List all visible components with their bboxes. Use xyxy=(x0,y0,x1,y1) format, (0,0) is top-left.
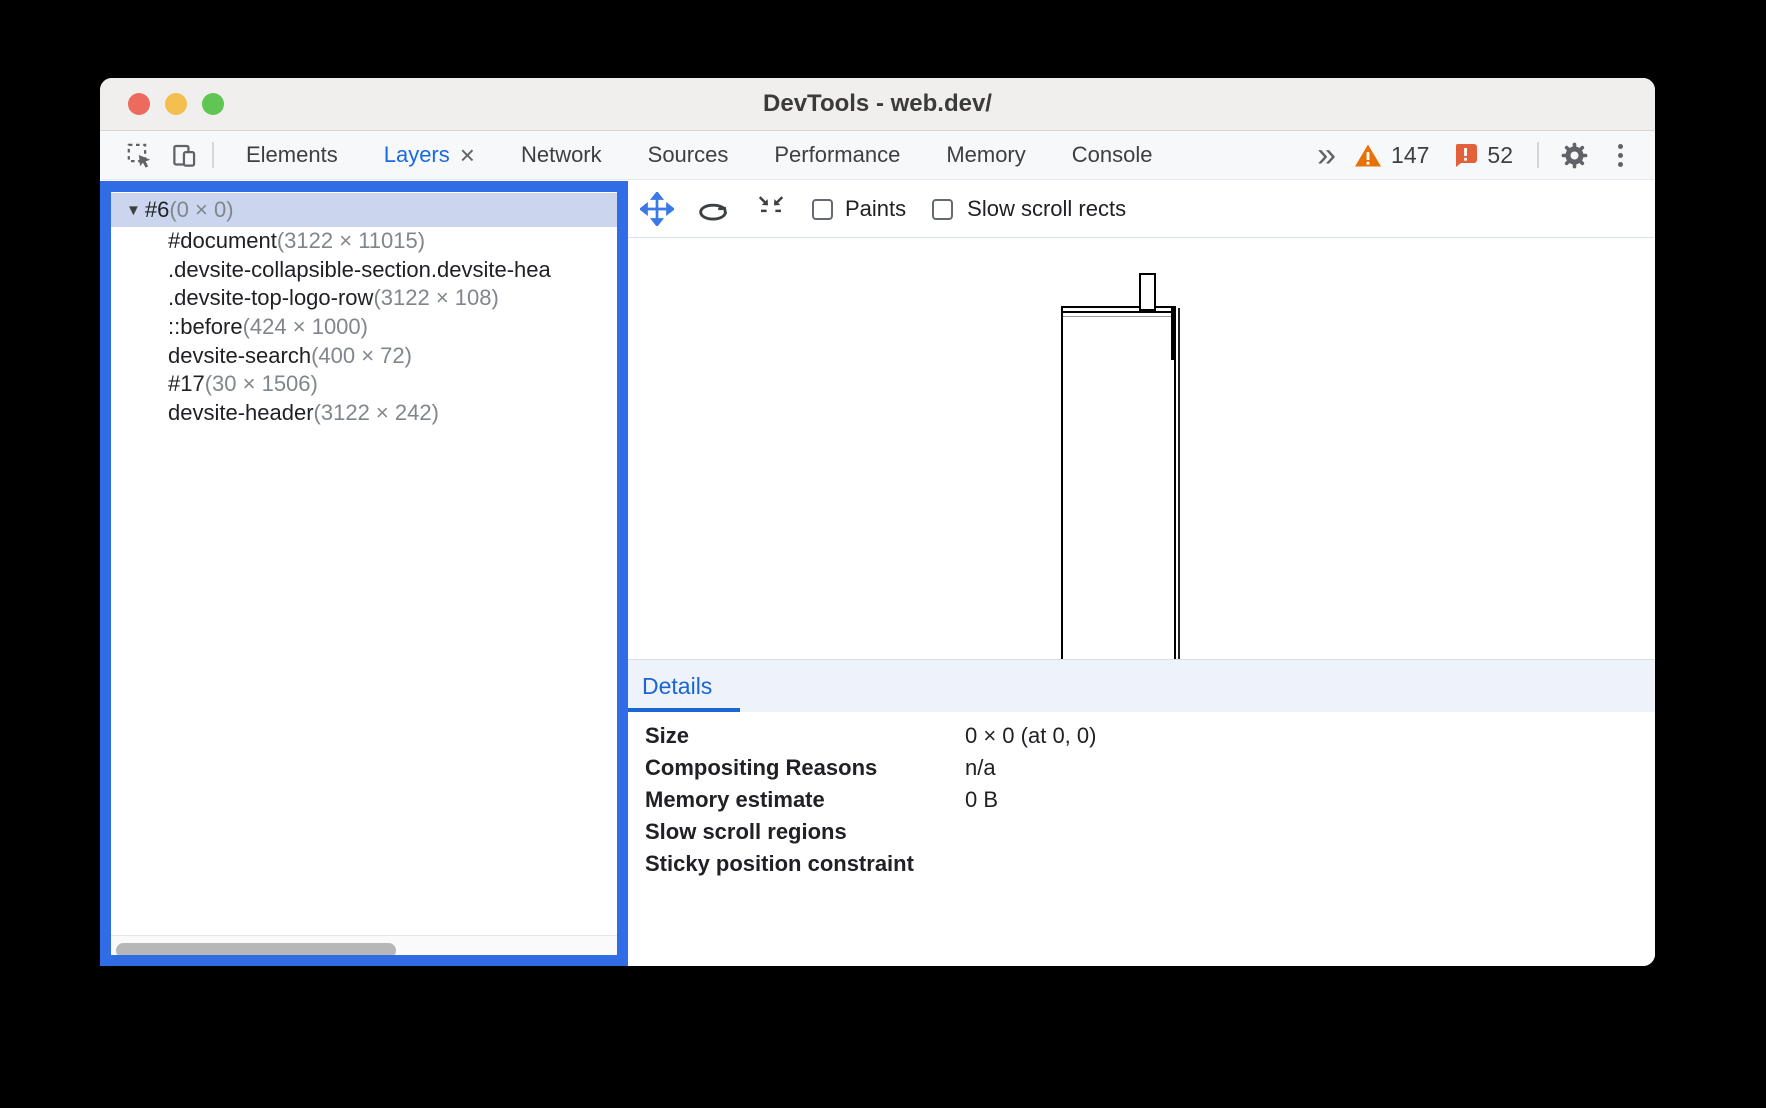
details-label: Size xyxy=(645,723,965,749)
details-label: Sticky position constraint xyxy=(645,851,965,877)
tab-performance[interactable]: Performance xyxy=(774,142,900,168)
details-row-compositing-reasons: Compositing Reasons n/a xyxy=(645,752,1655,784)
tab-layers-group: Layers × xyxy=(384,142,475,168)
slow-scroll-rects-checkbox[interactable] xyxy=(932,199,953,220)
layer-size: (400 × 72) xyxy=(311,343,412,369)
layers-3d-toolbar: Paints Slow scroll rects xyxy=(628,181,1655,238)
layer-size: (30 × 1506) xyxy=(205,371,318,397)
layer-row[interactable]: ::before (424 × 1000) xyxy=(100,313,628,342)
details-label: Compositing Reasons xyxy=(645,755,965,781)
layer-name: #17 xyxy=(168,371,205,397)
layer-row[interactable]: devsite-header (3122 × 242) xyxy=(100,399,628,428)
tab-network[interactable]: Network xyxy=(521,142,602,168)
device-toolbar-icon[interactable] xyxy=(171,142,198,169)
window-title: DevTools - web.dev/ xyxy=(763,90,992,118)
tab-elements[interactable]: Elements xyxy=(246,142,338,168)
rotate-mode-icon[interactable] xyxy=(696,192,730,226)
details-label: Memory estimate xyxy=(645,787,965,813)
layer-row[interactable]: #document (3122 × 11015) xyxy=(100,227,628,256)
layer-name: #6 xyxy=(145,197,169,223)
devtools-window: DevTools - web.dev/ Elements Layers × xyxy=(100,78,1655,966)
tabbar-separator-right xyxy=(1537,142,1539,168)
details-row-size: Size 0 × 0 (at 0, 0) xyxy=(645,720,1655,752)
details-table: Size 0 × 0 (at 0, 0) Compositing Reasons… xyxy=(628,712,1655,880)
inspect-element-icon[interactable] xyxy=(126,142,153,169)
layer-name: devsite-search xyxy=(168,343,311,369)
horizontal-scrollbar[interactable] xyxy=(100,935,628,966)
reset-view-icon[interactable] xyxy=(756,194,786,224)
details-tab-underline xyxy=(628,708,740,712)
layer-wireframe-line xyxy=(1063,316,1174,317)
layer-size: (3122 × 242) xyxy=(314,400,439,426)
layer-size: (424 × 1000) xyxy=(243,314,368,340)
warning-count: 147 xyxy=(1391,142,1429,169)
layer-wireframe-line xyxy=(1178,308,1180,659)
zoom-window-button[interactable] xyxy=(202,93,224,115)
screenshot-canvas: DevTools - web.dev/ Elements Layers × xyxy=(0,0,1766,1108)
overflow-menu-icon[interactable] xyxy=(1616,142,1625,169)
layer-tree: ▼ #6 (0 × 0) #document (3122 × 11015) .d… xyxy=(100,181,628,966)
details-row-slow-scroll-regions: Slow scroll regions xyxy=(645,816,1655,848)
layer-name: .devsite-collapsible-section.devsite-hea xyxy=(168,257,551,283)
tab-layers[interactable]: Layers xyxy=(384,142,450,168)
layer-wireframe-edge xyxy=(1171,306,1176,360)
disclosure-triangle-icon[interactable]: ▼ xyxy=(126,202,141,219)
layers-panel: ▼ #6 (0 × 0) #document (3122 × 11015) .d… xyxy=(100,181,1655,966)
layer-name: ::before xyxy=(168,314,243,340)
errors-badge[interactable]: 52 xyxy=(1453,142,1513,169)
layer-row[interactable]: devsite-search (400 × 72) xyxy=(100,341,628,370)
layers-3d-viewport[interactable] xyxy=(628,238,1655,659)
tab-console[interactable]: Console xyxy=(1072,142,1153,168)
layer-size: (3122 × 11015) xyxy=(277,228,425,254)
error-icon xyxy=(1453,143,1478,168)
details-value: 0 × 0 (at 0, 0) xyxy=(965,723,1096,749)
error-count: 52 xyxy=(1487,142,1513,169)
layer-row-selected[interactable]: ▼ #6 (0 × 0) xyxy=(100,193,628,227)
details-value: 0 B xyxy=(965,787,998,813)
tabbar-separator xyxy=(212,142,214,168)
details-tabband: Details xyxy=(628,659,1655,712)
layer-name: #document xyxy=(168,228,277,254)
settings-gear-icon[interactable] xyxy=(1559,140,1590,171)
scrollbar-thumb[interactable] xyxy=(116,943,396,958)
warnings-badge[interactable]: 147 xyxy=(1354,142,1429,169)
slow-scroll-rects-label: Slow scroll rects xyxy=(967,196,1126,222)
warning-icon xyxy=(1354,143,1382,168)
pan-mode-icon[interactable] xyxy=(640,192,674,226)
layer-tree-pane: ▼ #6 (0 × 0) #document (3122 × 11015) .d… xyxy=(100,181,628,966)
layer-size: (0 × 0) xyxy=(169,197,233,223)
close-window-button[interactable] xyxy=(128,93,150,115)
paints-checkbox[interactable] xyxy=(812,199,833,220)
details-tab-label: Details xyxy=(642,673,712,700)
devtools-tabbar: Elements Layers × Network Sources Perfor… xyxy=(100,131,1655,180)
tab-memory[interactable]: Memory xyxy=(946,142,1025,168)
details-row-sticky-position-constraint: Sticky position constraint xyxy=(645,848,1655,880)
layer-size: (3122 × 108) xyxy=(373,285,498,311)
layer-wireframe-line xyxy=(1063,311,1174,313)
minimize-window-button[interactable] xyxy=(165,93,187,115)
close-layers-tab-icon[interactable]: × xyxy=(460,145,475,165)
layer-wireframe-small-layer[interactable] xyxy=(1139,273,1156,311)
tab-sources[interactable]: Sources xyxy=(648,142,729,168)
paints-label: Paints xyxy=(845,196,906,222)
layer-tree-children: #document (3122 × 11015) .devsite-collap… xyxy=(100,227,628,427)
layer-row[interactable]: .devsite-top-logo-row (3122 × 108) xyxy=(100,284,628,313)
layer-name: .devsite-top-logo-row xyxy=(168,285,373,311)
titlebar: DevTools - web.dev/ xyxy=(100,78,1655,131)
details-value: n/a xyxy=(965,755,996,781)
layers-3d-pane: Paints Slow scroll rects Details xyxy=(628,181,1655,966)
layer-row[interactable]: .devsite-collapsible-section.devsite-hea xyxy=(100,256,628,285)
layer-row[interactable]: #17 (30 × 1506) xyxy=(100,370,628,399)
details-label: Slow scroll regions xyxy=(645,819,965,845)
tab-details[interactable]: Details xyxy=(628,660,740,712)
traffic-lights xyxy=(128,78,224,130)
details-row-memory-estimate: Memory estimate 0 B xyxy=(645,784,1655,816)
tabbar-right-cluster: » 147 xyxy=(1317,140,1625,171)
layer-wireframe-document[interactable] xyxy=(1061,306,1176,659)
layer-name: devsite-header xyxy=(168,400,314,426)
more-tabs-icon[interactable]: » xyxy=(1317,140,1334,170)
